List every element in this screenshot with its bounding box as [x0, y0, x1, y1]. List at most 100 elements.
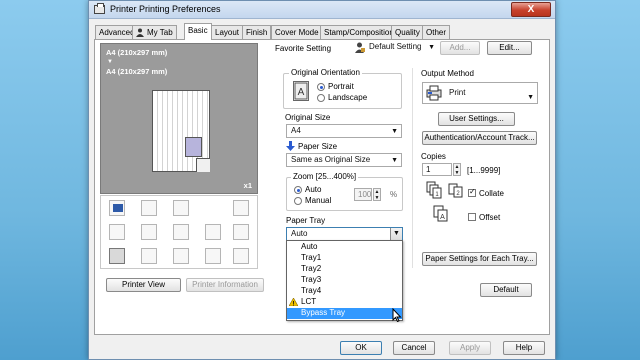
- copies-badge: x1: [243, 181, 252, 190]
- column-divider: [412, 68, 413, 268]
- arrow-down-icon: [286, 141, 295, 151]
- paper-settings-each-tray-button[interactable]: Paper Settings for Each Tray...: [422, 252, 537, 266]
- person-icon: [136, 28, 144, 37]
- fold-icon[interactable]: [233, 224, 249, 240]
- edit-favorite-button[interactable]: Edit...: [487, 41, 532, 55]
- tab-cover-mode[interactable]: Cover Mode: [271, 25, 323, 39]
- tray-option-tray2[interactable]: Tray2: [287, 264, 402, 275]
- watermark-icon[interactable]: [141, 248, 157, 264]
- duplex-icon[interactable]: [109, 224, 125, 240]
- tab-finish[interactable]: Finish: [242, 25, 272, 39]
- tab-stamp-composition[interactable]: Stamp/Composition: [320, 25, 398, 39]
- add-favorite-button[interactable]: Add...: [440, 41, 480, 55]
- close-button[interactable]: X: [511, 2, 551, 17]
- portrait-label: Portrait: [328, 82, 354, 91]
- tray-option-tray3[interactable]: Tray3: [287, 275, 402, 286]
- stamp-icon[interactable]: [205, 248, 221, 264]
- paper-tray-dropdown[interactable]: Auto ▼: [286, 227, 403, 241]
- paper-size-text: A4 (210x297 mm): [106, 67, 168, 76]
- chevron-down-icon: ▼: [391, 128, 398, 135]
- collate-sets-icon: 2: [448, 181, 464, 199]
- copies-spinner[interactable]: ▲ ▼: [453, 163, 461, 176]
- tray-option-lct[interactable]: ! LCT: [287, 297, 402, 308]
- zoom-spinner[interactable]: ▲ ▼: [373, 188, 381, 201]
- output-method-dropdown[interactable]: Print ▼: [422, 82, 538, 104]
- title-bar[interactable]: Printer Printing Preferences X: [89, 1, 555, 19]
- chevron-down-icon[interactable]: ▼: [390, 228, 402, 240]
- tab-my-tab[interactable]: My Tab: [132, 25, 177, 39]
- finishing-icon[interactable]: [233, 200, 249, 216]
- collate-checkbox[interactable]: [468, 187, 476, 197]
- punch-icon[interactable]: [205, 224, 221, 240]
- page-preview-image: [152, 90, 210, 172]
- tab-layout[interactable]: Layout: [211, 25, 244, 39]
- apply-button[interactable]: Apply: [449, 341, 491, 355]
- tray-option-tray1[interactable]: Tray1: [287, 253, 402, 264]
- svg-text:A: A: [440, 214, 445, 221]
- paper-tray-options-list: Auto Tray1 Tray2 Tray3 Tray4 ! LCT Bypas…: [286, 240, 403, 321]
- portrait-radio[interactable]: [317, 83, 325, 91]
- offset-label: Offset: [479, 213, 501, 222]
- staple-icon[interactable]: [173, 224, 189, 240]
- paper-tray-label: Paper Tray: [286, 216, 326, 225]
- portrait-page-icon: A: [293, 81, 309, 101]
- original-size-value: A4: [291, 126, 301, 135]
- ok-button[interactable]: OK: [340, 341, 382, 355]
- chevron-down-icon: ▼: [527, 94, 534, 101]
- offset-checkbox[interactable]: [468, 213, 476, 221]
- paper-size-dropdown[interactable]: Same as Original Size ▼: [286, 153, 402, 167]
- default-button[interactable]: Default: [480, 283, 532, 297]
- copies-label: Copies: [421, 152, 446, 161]
- zoom-auto-label: Auto: [305, 185, 322, 194]
- window-title: Printer Printing Preferences: [110, 4, 221, 14]
- tab-basic[interactable]: Basic: [184, 23, 212, 40]
- output-method-label: Output Method: [421, 69, 474, 78]
- offset-icon: A: [433, 205, 449, 223]
- authentication-account-track-button[interactable]: Authentication/Account Track...: [422, 131, 537, 145]
- original-size-text: A4 (210x297 mm): [106, 48, 168, 57]
- favorite-setting-label: Favorite Setting: [275, 44, 332, 53]
- copies-input[interactable]: 1: [422, 163, 452, 176]
- original-size-label: Original Size: [285, 113, 331, 122]
- zoom-group: [286, 177, 403, 211]
- landscape-radio[interactable]: [317, 94, 325, 102]
- help-button[interactable]: Help: [503, 341, 545, 355]
- lct-label: LCT: [301, 297, 317, 306]
- favorite-setting-dropdown[interactable]: Default Setting ▼: [351, 41, 438, 55]
- warning-icon: !: [288, 297, 299, 307]
- collate-label: Collate: [479, 189, 504, 198]
- cancel-button[interactable]: Cancel: [393, 341, 435, 355]
- output-method-value: Print: [449, 88, 466, 97]
- user-settings-button[interactable]: User Settings...: [438, 112, 515, 126]
- cover-icon[interactable]: [109, 248, 125, 264]
- printer-information-button[interactable]: Printer Information: [186, 278, 264, 292]
- tray-option-bypass[interactable]: Bypass Tray: [287, 308, 402, 319]
- printer-view-button[interactable]: Printer View: [106, 278, 181, 292]
- mouse-cursor-icon: [392, 307, 402, 323]
- svg-text:!: !: [293, 301, 295, 306]
- favorite-setting-value: Default Setting: [369, 42, 422, 51]
- orientation-title: Original Orientation: [289, 68, 362, 77]
- paper-size-label: Paper Size: [298, 142, 338, 151]
- copies-range: [1...9999]: [467, 166, 501, 175]
- favorite-icon: [354, 42, 365, 53]
- print-output-icon: [426, 85, 442, 101]
- function-icon-grid: [100, 195, 258, 269]
- zoom-value-input[interactable]: 100: [354, 188, 372, 201]
- tray-option-auto[interactable]: Auto: [287, 242, 402, 253]
- paper-size-value: Same as Original Size: [291, 155, 371, 164]
- chevron-down-icon: ▼: [391, 157, 398, 164]
- tab-quality[interactable]: Quality: [391, 25, 424, 39]
- quality-icon[interactable]: [233, 248, 249, 264]
- print-mode-icon[interactable]: [109, 200, 125, 216]
- layout-icon[interactable]: [141, 200, 157, 216]
- zoom-manual-radio[interactable]: [294, 197, 302, 205]
- booklet-icon[interactable]: [173, 200, 189, 216]
- original-size-dropdown[interactable]: A4 ▼: [286, 124, 402, 138]
- landscape-label: Landscape: [328, 93, 368, 102]
- zoom-auto-radio[interactable]: [294, 186, 302, 194]
- tray-option-tray4[interactable]: Tray4: [287, 286, 402, 297]
- overlay-icon[interactable]: [173, 248, 189, 264]
- tab-other[interactable]: Other: [422, 25, 451, 39]
- combine-icon[interactable]: [141, 224, 157, 240]
